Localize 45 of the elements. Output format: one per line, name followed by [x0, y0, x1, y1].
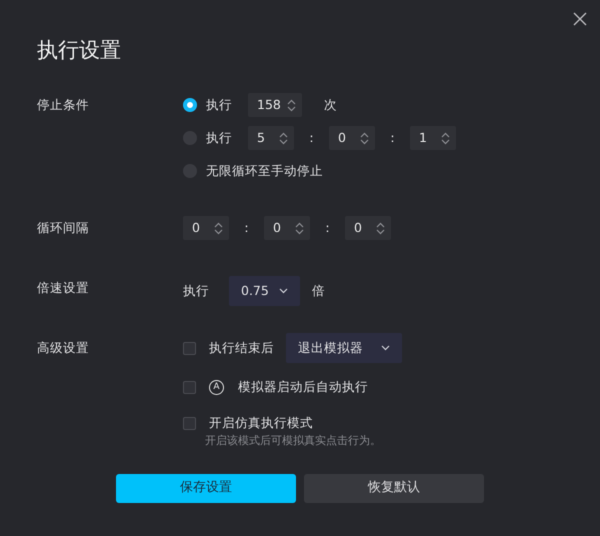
unit-label: 次: [324, 96, 337, 114]
setting-label: 循环间隔: [37, 219, 90, 238]
stepper-icon[interactable]: [286, 98, 296, 112]
number-spinner[interactable]: 0: [264, 216, 310, 240]
checkbox[interactable]: [183, 342, 196, 355]
number-spinner[interactable]: 0: [183, 216, 229, 240]
chevron-down-icon: [278, 288, 288, 294]
separator: :: [389, 128, 396, 147]
number-spinner[interactable]: 0: [345, 216, 391, 240]
separator: :: [324, 218, 331, 237]
speed-dropdown[interactable]: 0.75: [229, 276, 300, 306]
option-label: 执行: [206, 96, 232, 114]
separator: :: [308, 128, 315, 147]
chevron-down-icon: [381, 345, 390, 352]
separator: :: [243, 218, 250, 237]
checkbox[interactable]: [183, 380, 196, 394]
option-label: 执行: [183, 282, 209, 300]
close-icon[interactable]: [572, 11, 588, 27]
option-label: 开启仿真执行模式: [209, 414, 313, 432]
option-label: 无限循环至手动停止: [206, 162, 323, 180]
stepper-icon[interactable]: [214, 222, 223, 235]
stepper-icon[interactable]: [360, 132, 369, 145]
option-label: 执行结束后: [209, 338, 274, 357]
number-spinner[interactable]: 0: [329, 126, 375, 150]
action-dropdown[interactable]: 退出模拟器: [286, 333, 402, 364]
number-spinner[interactable]: 5: [248, 126, 294, 150]
save-button[interactable]: 保存设置: [116, 474, 296, 503]
radio-button[interactable]: [183, 98, 197, 112]
hint-text: 开启该模式后可模拟真实点击行为。: [205, 433, 382, 450]
stepper-icon[interactable]: [441, 132, 450, 145]
stepper-icon[interactable]: [295, 222, 304, 235]
number-spinner[interactable]: 158: [248, 93, 302, 118]
option-label: 执行: [206, 128, 232, 147]
number-spinner[interactable]: 1: [410, 126, 456, 150]
unit-label: 倍: [312, 282, 325, 300]
reset-button[interactable]: 恢复默认: [304, 474, 484, 503]
option-label: 模拟器启动后自动执行: [238, 378, 368, 396]
setting-label: 停止条件: [37, 96, 90, 114]
setting-label: 倍速设置: [37, 279, 90, 298]
stepper-icon[interactable]: [376, 222, 385, 235]
checkbox[interactable]: [183, 416, 196, 430]
auto-badge: A: [209, 380, 224, 395]
dialog-title: 执行设置: [37, 38, 122, 64]
setting-label: 高级设置: [37, 339, 90, 358]
stepper-icon[interactable]: [279, 132, 288, 145]
